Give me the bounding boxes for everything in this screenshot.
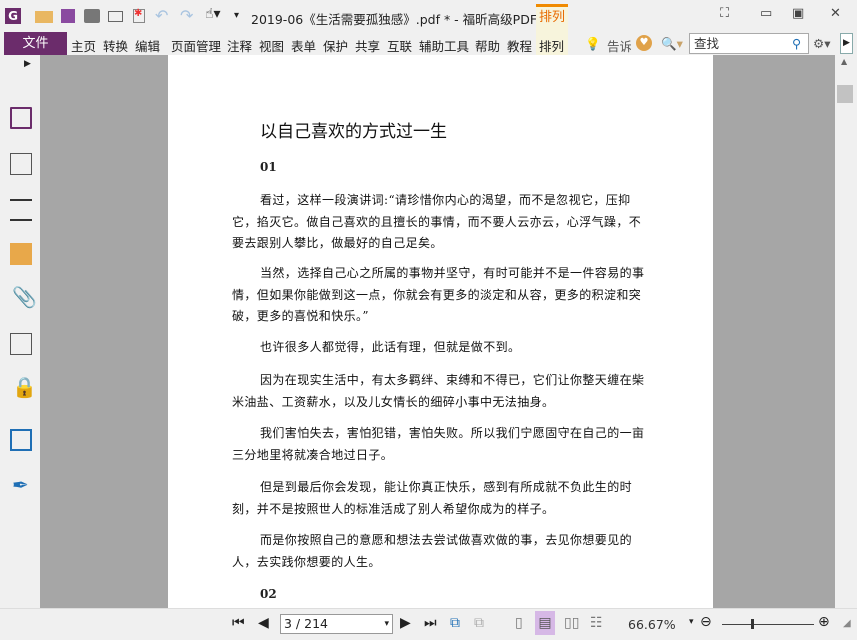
pdf-page: 以自己喜欢的方式过一生 01 看过，这样一段演讲词:“请珍惜你内心的渴望，而不是…: [168, 55, 713, 608]
continuous-facing-icon[interactable]: ☷: [590, 615, 603, 631]
page-dropdown-icon[interactable]: ▾: [384, 615, 389, 633]
hand-tool-icon[interactable]: ☝▾: [205, 6, 235, 22]
zoom-slider-thumb[interactable]: [751, 619, 754, 629]
file-menu-button[interactable]: 文件: [4, 32, 67, 55]
title-bar: G ✱ ↶ ↷ ☝▾ ▾ 2019-06《生活需要孤独感》.pdf * - 福昕…: [0, 0, 857, 32]
context-tab-arrange[interactable]: 排列: [536, 4, 568, 32]
next-view-icon[interactable]: ⧉: [474, 615, 484, 631]
facing-pages-icon[interactable]: ▯▯: [564, 615, 579, 631]
previous-view-icon[interactable]: ⧉: [450, 615, 460, 631]
scroll-up-icon[interactable]: ▲: [841, 57, 847, 66]
zoom-level[interactable]: 66.67%: [628, 617, 676, 632]
page-number-input[interactable]: 3 / 214 ▾: [280, 614, 393, 634]
tell-me[interactable]: 告诉: [607, 36, 631, 55]
open-folder-icon[interactable]: [35, 11, 53, 23]
menu-help[interactable]: 帮助: [475, 36, 500, 55]
sidebar-expand-icon[interactable]: ▶: [24, 59, 31, 69]
minimize-icon[interactable]: ▭: [760, 6, 772, 21]
close-icon[interactable]: ✕: [830, 6, 841, 21]
paragraph: 我们害怕失去，害怕犯错，害怕失败。所以我们宁愿固守在自己的一亩三分地里将就凑合地…: [232, 426, 645, 462]
prev-page-icon[interactable]: ◀: [258, 615, 269, 631]
last-page-icon[interactable]: ⏭: [424, 615, 437, 631]
menu-page-manage[interactable]: 页面管理: [171, 36, 221, 55]
resize-grip-icon[interactable]: ◢: [843, 618, 851, 629]
zoom-out-icon[interactable]: ⊖: [700, 614, 712, 630]
menu-view[interactable]: 视图: [259, 36, 284, 55]
section-number: 02: [260, 587, 277, 601]
lightbulb-icon[interactable]: 💡: [585, 36, 601, 52]
zoom-dropdown-icon[interactable]: ▾: [689, 617, 694, 627]
lock-icon[interactable]: 🔒: [12, 375, 37, 399]
zoom-in-icon[interactable]: ⊕: [818, 614, 830, 630]
certificate-icon[interactable]: ✒: [12, 473, 29, 497]
menu-share[interactable]: 共享: [355, 36, 380, 55]
attachment-icon[interactable]: 📎: [12, 285, 37, 309]
menu-home[interactable]: 主页: [71, 36, 96, 55]
section-number: 01: [260, 160, 277, 174]
menu-tutorial[interactable]: 教程: [507, 36, 532, 55]
document-canvas[interactable]: 以自己喜欢的方式过一生 01 看过，这样一段演讲词:“请珍惜你内心的渴望，而不是…: [40, 55, 835, 608]
page-number: 3 / 214: [284, 616, 328, 631]
paragraph: 看过，这样一段演讲词:“请珍惜你内心的渴望，而不是忽视它，压抑它，掐灭它。做自己…: [232, 193, 642, 250]
left-sidebar: ▶ 📎 🔒 ✒: [0, 55, 40, 608]
menu-protect[interactable]: 保护: [323, 36, 348, 55]
search-input[interactable]: 查找: [689, 33, 809, 54]
email-icon[interactable]: [108, 11, 123, 22]
menu-edit[interactable]: 编辑: [135, 36, 160, 55]
pages-icon[interactable]: [10, 153, 32, 175]
layers-icon[interactable]: [10, 199, 32, 221]
zoom-slider[interactable]: [722, 624, 814, 625]
window-title: 2019-06《生活需要孤独感》.pdf * - 福昕高级PDF...: [251, 12, 547, 27]
vertical-scrollbar[interactable]: ▲: [835, 55, 857, 608]
menu-comment[interactable]: 注释: [227, 36, 252, 55]
foxit-logo-icon: G: [5, 8, 21, 24]
search-icon[interactable]: ⚲: [792, 36, 801, 51]
heart-icon[interactable]: ♥: [636, 35, 652, 51]
ribbon-expand-button[interactable]: ▶: [840, 33, 853, 54]
comments-icon[interactable]: [10, 243, 32, 265]
signature-icon[interactable]: [10, 333, 32, 355]
menu-connect[interactable]: 互联: [387, 36, 412, 55]
paragraph: 但是到最后你会发现，能让你真正快乐，感到有所成就不负此生的时刻，并不是按照世人的…: [232, 480, 633, 516]
menu-arrange[interactable]: 排列: [539, 36, 564, 55]
menu-form[interactable]: 表单: [291, 36, 316, 55]
save-icon[interactable]: [61, 9, 75, 23]
bookmark-icon[interactable]: [10, 107, 32, 129]
redo-icon[interactable]: ↷: [180, 6, 198, 25]
continuous-page-icon[interactable]: ▤: [535, 611, 555, 635]
menu-accessibility[interactable]: 辅助工具: [419, 36, 469, 55]
menu-convert[interactable]: 转换: [103, 36, 128, 55]
single-page-icon[interactable]: ▯: [515, 615, 523, 631]
print-icon[interactable]: [84, 9, 100, 23]
first-page-icon[interactable]: ⏮: [232, 615, 245, 631]
article-title: 以自己喜欢的方式过一生: [260, 122, 447, 142]
restore-icon[interactable]: ▣: [792, 6, 804, 21]
scroll-thumb[interactable]: [837, 85, 853, 103]
status-bar: ⏮ ◀ ▶ ⏭ ⧉ ⧉ ▯ ▤ ▯▯ ☷ ▾ ⊖ ⊕ ◢: [0, 608, 857, 640]
customize-toolbar-icon[interactable]: ▾: [234, 10, 252, 26]
undo-icon[interactable]: ↶: [155, 6, 173, 25]
form-fields-icon[interactable]: [10, 429, 32, 451]
settings-icon[interactable]: ⚙▾: [813, 36, 830, 51]
paragraph: 当然，选择自己心之所属的事物并坚守，有时可能并不是一件容易的事情，但如果你能做到…: [232, 266, 645, 323]
paragraph: 也许很多人都觉得，此话有理，但就是做不到。: [260, 340, 521, 354]
next-page-icon[interactable]: ▶: [400, 615, 411, 631]
search-folder-icon[interactable]: 🔍▾: [661, 36, 683, 52]
paragraph: 因为在现实生活中，有太多羁绊、束缚和不得已，它们让你整天缠在柴米油盐、工资薪水，…: [232, 373, 645, 409]
paragraph: 而是你按照自己的意愿和想法去尝试做喜欢做的事，去见你想要见的人，去实践你想要的人…: [232, 533, 633, 569]
fullscreen-icon[interactable]: ⛶: [720, 6, 729, 21]
new-doc-icon[interactable]: ✱: [133, 9, 145, 23]
